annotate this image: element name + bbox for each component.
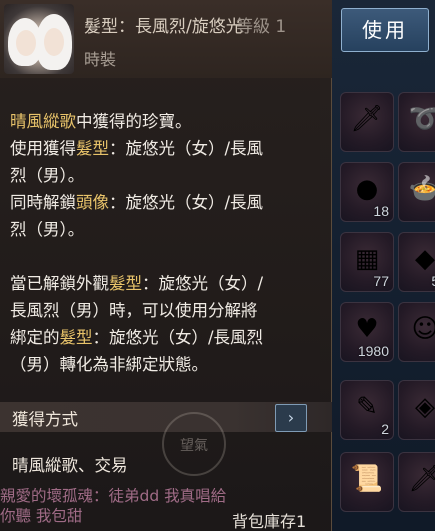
item-count: 1980 [357,343,389,359]
avatar-highlight: 頭像 [76,193,109,212]
item-count: 18 [373,203,389,219]
acquire-title: 獲得方式 [12,410,78,429]
inventory-slot[interactable]: ● 18 [340,162,394,222]
soup-bowl-icon: 🍲 [408,174,435,205]
portrait-icon: ☺ [411,314,435,345]
face-right [44,28,64,56]
description-line: 烈（男）。 [10,162,320,189]
inventory-slot[interactable]: ☺ [398,302,435,362]
source-highlight: 晴風縱歌 [10,112,76,131]
chevron-right-icon: › [287,408,295,427]
chat-line: 親愛的壞孤魂：徒弟dd 我真唱給 [0,487,227,505]
tooltip-header: 髮型：長風烈/旋悠光 等級 1 時裝 [0,0,332,78]
description-text: ：旋悠光（女）/長風烈 [92,328,264,347]
hairstyle-highlight: 髮型 [76,139,109,158]
inventory-slot[interactable]: 🗡 [398,452,435,512]
dagger-icon: 🗡 [408,464,435,495]
item-count: 77 [373,273,389,289]
description-line: 使用獲得髮型：旋悠光（女）/長風 [10,135,320,162]
inventory-stock: 背包庫存1 [232,512,307,531]
heart-icon: ♥ [355,314,379,345]
gold-ingot-icon: ◆ [415,244,435,275]
watermark-emblem: 望氣 [162,412,226,476]
hairstyle-highlight: 髮型 [59,328,93,347]
item-tooltip-panel: 髮型：長風烈/旋悠光 等級 1 時裝 晴風縱歌中獲得的珍寶。 使用獲得髮型：旋悠… [0,0,332,531]
item-avatar [4,4,74,74]
description-line: 長風烈（男）時，可以使用分解將 [10,297,320,324]
description-line: 當已解鎖外觀髮型：旋悠光（女）/ [10,270,320,297]
chat-line: 你聽 我包甜 [0,507,83,525]
description-text: ：旋悠光（女）/長風 [109,139,264,158]
description-line: 晴風縱歌中獲得的珍寶。 [10,108,320,135]
ribbon-icon: ➰ [408,104,435,135]
bun-icon: ● [355,174,379,205]
item-name: 髮型：長風烈/旋悠光 [84,17,243,37]
inventory-slot[interactable]: ➰ [398,92,435,152]
description-line: （男）轉化為非綁定狀態。 [10,351,320,378]
chat-overlay: 親愛的壞孤魂：徒弟dd 我真唱給 你聽 我包甜 [0,486,226,526]
acquire-sources: 晴風縱歌、交易 [12,456,128,475]
inventory-slot[interactable]: ◈ [398,380,435,440]
description-text: 中獲得的珍寶。 [76,112,192,131]
description-text: 同時解鎖 [10,193,76,212]
description-line: 綁定的髮型：旋悠光（女）/長風烈 [10,324,320,351]
hairstyle-highlight: 髮型 [109,274,142,293]
item-category: 時裝 [84,50,117,69]
description-line: 同時解鎖頭像：旋悠光（女）/長風 [10,189,320,216]
item-count: 54 [431,273,435,289]
scroll-icon: 📜 [350,464,384,495]
description-text: 烈（男）。 [10,220,85,239]
description-text: （男）轉化為非綁定狀態。 [10,355,208,374]
face-left [16,30,36,56]
description-text: 使用獲得 [10,139,76,158]
inventory-slot[interactable]: 📜 [340,452,394,512]
use-button[interactable]: 使用 [341,8,429,52]
description-text: 長風烈（男）時，可以使用分解將 [10,301,258,320]
inventory-slot[interactable]: ✎ 2 [340,380,394,440]
inventory-slot[interactable]: ♥ 1980 [340,302,394,362]
inventory-slot[interactable]: ◆ 54 [398,232,435,292]
description-text: ：旋悠光（女）/ [142,274,264,293]
description-line: 烈（男）。 [10,216,320,243]
inventory-slot[interactable]: ▦ 77 [340,232,394,292]
inventory-grid: 🗡 ➰ ● 18 🍲 ▦ 77 ◆ 54 ♥ 1980 ☺ ✎ 2 ◈ 📜 🗡 [320,0,435,531]
inventory-slot[interactable]: 🗡 [340,92,394,152]
crystal-icon: ◈ [415,392,435,423]
description-text: ：旋悠光（女）/長風 [109,193,264,212]
brush-icon: ✎ [356,392,378,423]
green-box-icon: ▦ [354,244,380,275]
sword-icon: 🗡 [350,104,384,135]
description-text: 綁定的 [10,328,60,347]
expand-acquire-button[interactable]: › [275,404,307,432]
item-level: 等級 1 [236,17,287,37]
inventory-slot[interactable]: 🍲 [398,162,435,222]
description-text: 烈（男）。 [10,166,85,185]
description-text: 當已解鎖外觀 [10,274,109,293]
item-count: 2 [381,421,389,437]
